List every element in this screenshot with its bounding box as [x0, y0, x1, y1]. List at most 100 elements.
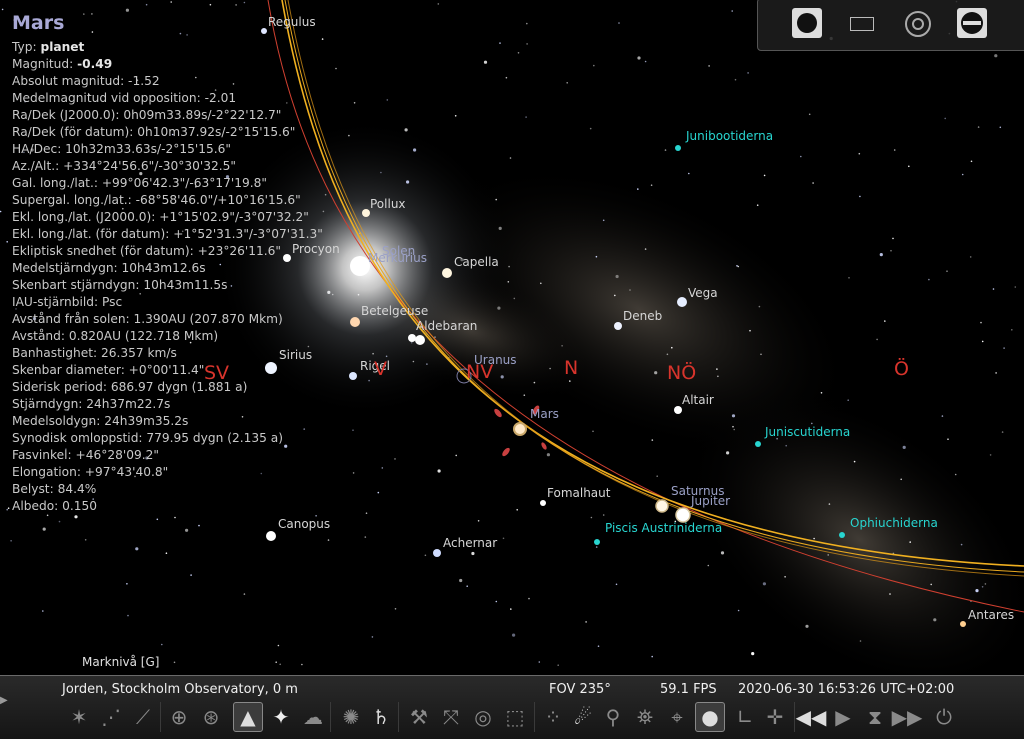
background-star [585, 621, 587, 623]
stars-label[interactable]: Vega [688, 286, 718, 300]
radiant-juniscutiderna[interactable] [755, 441, 761, 447]
star-achernar[interactable] [433, 549, 441, 557]
datetime-status[interactable]: 2020-06-30 16:53:26 UTC+02:00 [738, 682, 954, 697]
sun-disk[interactable] [350, 256, 370, 276]
planets-label[interactable]: Merkurius [368, 251, 427, 265]
stars-label[interactable]: Canopus [278, 517, 330, 531]
constellations-label[interactable]: Ophiuchiderna [850, 516, 938, 530]
real-time-speed-icon[interactable]: ▶ [828, 702, 858, 732]
planets-label[interactable]: Jupiter [691, 494, 730, 508]
background-star [944, 117, 946, 120]
planet-mars[interactable] [513, 422, 527, 436]
angle-measure-icon[interactable]: ∟ [730, 702, 760, 732]
exoplanets-icon[interactable]: ⁘ [538, 702, 568, 732]
stars-label[interactable]: Fomalhaut [547, 486, 610, 500]
background-star [10, 540, 12, 542]
radiant-ophiuchiderna[interactable] [839, 532, 845, 538]
equatorial-grid-icon[interactable]: ⊕ [164, 702, 194, 732]
background-star [858, 152, 861, 155]
eye-icon[interactable]: ◎ [468, 702, 498, 732]
background-star [751, 652, 755, 656]
constellation-lines-icon[interactable]: ✶ [64, 702, 94, 732]
background-star [859, 195, 861, 198]
star-deneb[interactable] [614, 322, 622, 330]
star-canopus[interactable] [266, 531, 276, 541]
stars-label[interactable]: Procyon [292, 242, 340, 256]
background-star [569, 380, 571, 382]
background-star [941, 415, 944, 417]
decrease-time-speed-icon[interactable]: ◀◀ [796, 702, 827, 732]
info-row: Ekl. long./lat. (J2000.0): +1°15'02.9"/-… [12, 209, 323, 226]
search-meteor-icon[interactable]: ⚲ [598, 702, 628, 732]
constellations-label[interactable]: Juniscutiderna [765, 425, 850, 439]
cardinals-label[interactable]: N [564, 357, 578, 379]
stars-label[interactable]: Antares [968, 608, 1014, 622]
satellite-icon[interactable]: ✛ [760, 702, 790, 732]
stars-label[interactable]: Achernar [443, 536, 497, 550]
planet-mercury[interactable] [408, 334, 416, 342]
background-star [1001, 431, 1004, 433]
constellations-label[interactable]: Junibootiderna [686, 129, 773, 143]
telescope-icon[interactable]: ⌖ [662, 702, 692, 732]
planet-jupiter[interactable] [675, 507, 691, 523]
azimuthal-grid-icon[interactable]: ⊛ [196, 702, 226, 732]
info-row-label: Skenbar diameter: +0°00'11.4" [12, 363, 205, 377]
ground-icon[interactable]: ▲ [233, 702, 263, 732]
location-status[interactable]: Jorden, Stockholm Observatory, 0 m [62, 682, 298, 697]
ocular-icon[interactable] [902, 8, 932, 38]
stars-label[interactable]: Altair [682, 393, 714, 407]
background-star [540, 282, 542, 285]
planets-label[interactable]: Mars [530, 407, 559, 421]
star-fomalhaut[interactable] [540, 500, 546, 506]
background-star [664, 149, 667, 151]
background-star [279, 663, 282, 666]
cardinals-label[interactable]: Ö [894, 358, 909, 380]
stars-label[interactable]: Deneb [623, 309, 662, 323]
star-vega[interactable] [677, 297, 687, 307]
star-betelgeuse[interactable] [350, 317, 360, 327]
background-star [614, 294, 616, 297]
eclipse-icon[interactable]: ● [695, 702, 725, 732]
radiant-junibootiderna[interactable] [675, 145, 681, 151]
meteor-showers-icon[interactable]: ☄ [568, 702, 598, 732]
atmosphere-icon[interactable]: ☁ [298, 702, 328, 732]
fit-view-icon[interactable]: ⬚ [500, 702, 530, 732]
fullscreen-icon[interactable] [846, 8, 876, 38]
star-aldebaran[interactable] [415, 335, 425, 345]
radiant-piscis-austriniderna[interactable] [594, 539, 600, 545]
satellites-icon[interactable]: ⛯ [630, 702, 660, 732]
full-screen-mode-icon[interactable]: ⤧ [436, 702, 466, 732]
cardinals-label[interactable]: NÖ [667, 362, 696, 384]
constellation-art-icon[interactable]: ⟋ [128, 702, 158, 732]
cardinals-label[interactable]: NV [466, 361, 493, 383]
background-star [165, 552, 168, 554]
cardinals-label[interactable]: SV [204, 362, 229, 384]
star-capella[interactable] [442, 268, 452, 278]
star-rigel[interactable] [349, 372, 357, 380]
night-mode-icon[interactable] [792, 8, 822, 38]
bar-collapse-arrow[interactable]: ▶ [0, 695, 10, 735]
constellation-labels-icon[interactable]: ⋰ [96, 702, 126, 732]
stars-label[interactable]: Regulus [268, 15, 316, 29]
quit-icon[interactable]: ⏻ [929, 702, 959, 732]
star-altair[interactable] [674, 406, 682, 414]
stars-label[interactable]: Pollux [370, 197, 406, 211]
star-pollux[interactable] [362, 209, 370, 217]
set-time-now-icon[interactable]: ⧗ [860, 702, 890, 732]
fov-status: FOV 235° [549, 682, 611, 697]
cardinal-points-icon[interactable]: ✦ [266, 702, 296, 732]
planet-saturn[interactable] [655, 499, 669, 513]
constellations-label[interactable]: Piscis Austriniderna [605, 521, 722, 535]
stars-label[interactable]: Betelgeuse [361, 304, 428, 318]
increase-time-speed-icon[interactable]: ▶▶ [892, 702, 923, 732]
background-star [198, 524, 200, 527]
cardinals-label[interactable]: V [374, 358, 387, 380]
equatorial-mount-icon[interactable]: ⚒ [404, 702, 434, 732]
star-antares[interactable] [960, 621, 966, 627]
nebulae-icon[interactable]: ✺ [336, 702, 366, 732]
planet-labels-icon[interactable]: ♄ [366, 702, 396, 732]
telescope-control-icon[interactable] [957, 8, 987, 38]
stars-label[interactable]: Sirius [279, 348, 312, 362]
stars-label[interactable]: Capella [454, 255, 499, 269]
stars-label[interactable]: Aldebaran [416, 319, 477, 333]
